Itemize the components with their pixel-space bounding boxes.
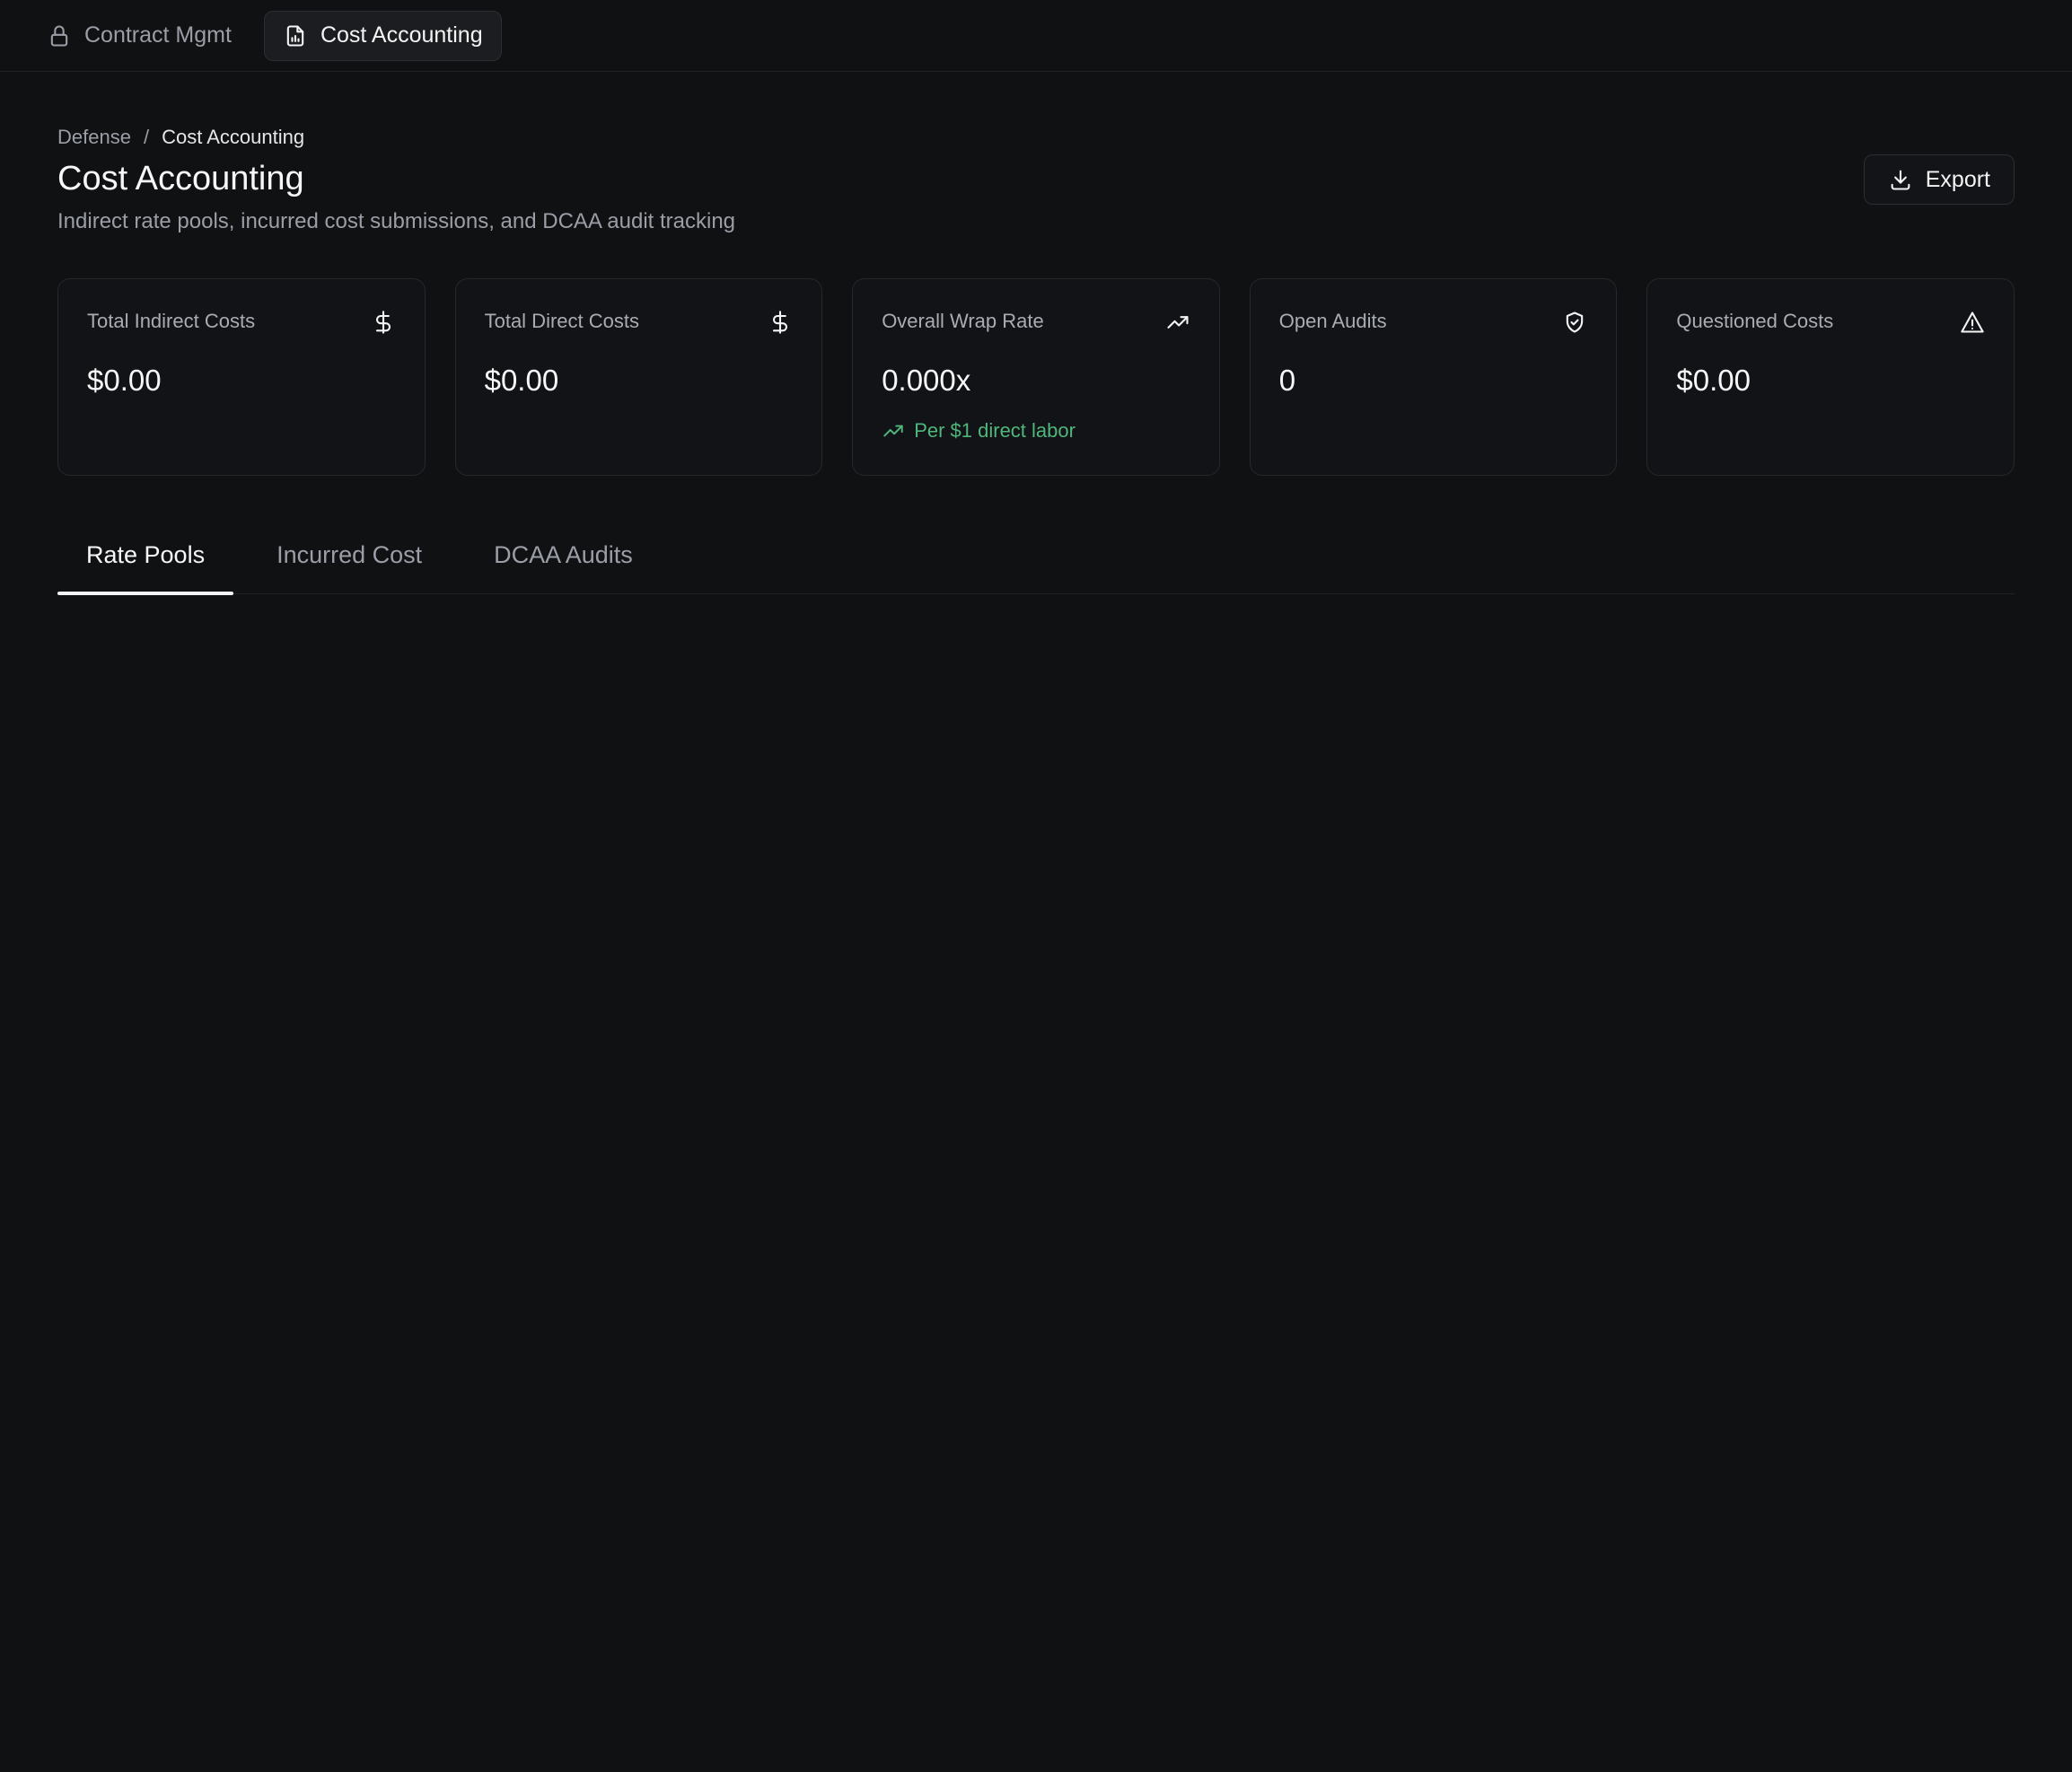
main-content: Defense / Cost Accounting Cost Accountin… — [57, 126, 2015, 595]
stat-card-value: $0.00 — [1676, 364, 1751, 397]
stat-card-total-direct-costs: Total Direct Costs $0.00 — [454, 278, 823, 476]
tab-incurred-cost[interactable]: Incurred Cost — [248, 515, 451, 594]
tab-dcaa-audits[interactable]: DCAA Audits — [465, 515, 662, 594]
stat-card-value: 0 — [1278, 364, 1296, 397]
download-icon — [1891, 170, 1910, 190]
tab-rate-pools[interactable]: Rate Pools — [57, 515, 234, 595]
breadcrumb-item-defense[interactable]: Defense — [57, 126, 131, 149]
page-subtitle: Indirect rate pools, incurred cost submi… — [57, 209, 736, 233]
stat-card-label: Open Audits — [1278, 310, 1387, 332]
stat-card-label: Total Indirect Costs — [87, 310, 256, 332]
top-tab-contract-mgmt[interactable]: Contract Mgmt — [29, 11, 250, 61]
trending-up-icon — [1167, 316, 1189, 329]
shield-check-icon — [1567, 311, 1584, 333]
stat-card-note: Per $1 direct labor — [882, 419, 1190, 443]
top-tab-cost-accounting[interactable]: Cost Accounting — [263, 10, 502, 61]
stat-card-value: $0.00 — [87, 364, 162, 397]
breadcrumb-item-current: Cost Accounting — [162, 126, 305, 148]
warning-triangle-icon — [1961, 311, 1984, 333]
stat-card-overall-wrap-rate: Overall Wrap Rate 0.000x Per $1 direct l… — [852, 278, 1220, 476]
stat-card-total-indirect-costs: Total Indirect Costs $0.00 — [57, 278, 426, 476]
breadcrumb-separator: / — [143, 126, 150, 148]
dollar-icon — [773, 311, 788, 334]
dollar-icon — [375, 311, 391, 334]
export-button[interactable]: Export — [1863, 154, 2015, 205]
top-nav: Contract Mgmt Cost Accounting — [0, 0, 2072, 72]
stat-cards: Total Indirect Costs $0.00 Total Direct … — [57, 278, 2015, 476]
export-label: Export — [1925, 166, 1990, 192]
page-title: Cost Accounting — [57, 160, 304, 197]
stat-card-note-text: Per $1 direct labor — [914, 419, 1076, 442]
top-tab-label: Contract Mgmt — [84, 22, 232, 48]
stat-card-label: Overall Wrap Rate — [882, 310, 1044, 332]
section-tabs: Rate Pools Incurred Cost DCAA Audits — [57, 515, 2015, 595]
document-chart-icon — [286, 24, 304, 47]
stat-card-label: Total Direct Costs — [484, 310, 639, 332]
breadcrumb: Defense / Cost Accounting — [57, 126, 2015, 149]
stat-card-label: Questioned Costs — [1676, 310, 1834, 332]
stat-card-value: 0.000x — [882, 364, 971, 397]
lock-icon — [50, 25, 68, 47]
stat-card-open-audits: Open Audits 0 — [1249, 278, 1618, 476]
stat-card-questioned-costs: Questioned Costs $0.00 — [1646, 278, 2015, 476]
stat-card-value: $0.00 — [484, 364, 559, 397]
top-tab-label: Cost Accounting — [320, 22, 483, 48]
trending-up-icon — [883, 425, 903, 437]
